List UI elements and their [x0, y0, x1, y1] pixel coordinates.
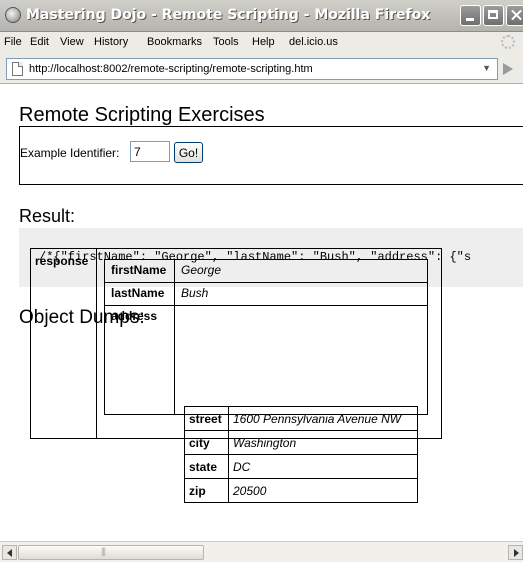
throbber-icon [501, 35, 515, 49]
menu-edit[interactable]: Edit [30, 36, 49, 48]
window-title: Mastering Dojo - Remote Scripting - Mozi… [26, 7, 431, 23]
firstname-key: firstName [111, 263, 167, 277]
zip-key: zip [189, 484, 206, 498]
table-row: state DC [185, 455, 417, 479]
city-key: city [189, 436, 210, 450]
menu-view[interactable]: View [60, 36, 84, 48]
close-button[interactable] [506, 5, 523, 26]
scroll-left-icon[interactable] [2, 545, 17, 560]
table-row: zip 20500 [185, 479, 417, 503]
state-value: DC [233, 460, 251, 474]
key-cell: firstName [105, 260, 175, 282]
dropdown-arrow-icon[interactable]: ▼ [482, 63, 491, 73]
response-key: response [35, 254, 89, 268]
table-row: city Washington [185, 431, 417, 455]
go-button[interactable]: Go! [174, 142, 203, 163]
url-text[interactable]: http://localhost:8002/remote-scripting/r… [29, 63, 313, 75]
menu-history[interactable]: History [94, 36, 128, 48]
key-cell: address [105, 306, 175, 414]
address-key: address [111, 309, 158, 323]
key-cell: zip [185, 479, 229, 503]
horizontal-scrollbar[interactable] [0, 541, 523, 562]
browser-window: Mastering Dojo - Remote Scripting - Mozi… [0, 0, 523, 562]
example-identifier-label: Example Identifier: [20, 146, 120, 160]
menu-file[interactable]: File [4, 36, 22, 48]
menu-bar: File Edit View History Bookmarks Tools H… [0, 32, 523, 54]
dump-table-response-fields: firstName George lastName Bush address [104, 259, 428, 415]
firefox-icon [5, 7, 21, 23]
scroll-right-icon[interactable] [508, 545, 523, 560]
table-row: address [105, 306, 427, 414]
key-cell: city [185, 431, 229, 454]
example-form-box: Example Identifier: Go! [19, 126, 523, 185]
table-row: firstName George [105, 260, 427, 283]
go-arrow-icon[interactable] [503, 63, 513, 75]
page-icon [12, 62, 23, 76]
example-identifier-input[interactable] [130, 141, 170, 162]
menu-tools[interactable]: Tools [213, 36, 239, 48]
menu-delicious[interactable]: del.icio.us [289, 36, 338, 48]
lastname-key: lastName [111, 286, 165, 300]
lastname-value: Bush [181, 286, 209, 300]
address-field[interactable]: http://localhost:8002/remote-scripting/r… [6, 58, 498, 80]
zip-value: 20500 [233, 484, 267, 498]
street-value: 1600 Pennsylvania Avenue NW [233, 412, 402, 426]
key-cell: state [185, 455, 229, 478]
key-cell: lastName [105, 283, 175, 305]
table-row: lastName Bush [105, 283, 427, 306]
table-row: street 1600 Pennsylvania Avenue NW [185, 407, 417, 431]
state-key: state [189, 460, 218, 474]
navigation-bar: http://localhost:8002/remote-scripting/r… [0, 54, 523, 84]
scrollbar-thumb[interactable] [18, 545, 204, 560]
menu-bookmarks[interactable]: Bookmarks [147, 36, 202, 48]
firstname-value: George [181, 263, 222, 277]
key-cell: street [185, 407, 229, 430]
page-heading: Remote Scripting Exercises [19, 104, 265, 126]
response-key-cell: response [31, 249, 97, 438]
city-value: Washington [233, 436, 297, 450]
street-key: street [189, 412, 222, 426]
maximize-button[interactable] [483, 5, 504, 26]
minimize-button[interactable] [460, 5, 481, 26]
title-bar: Mastering Dojo - Remote Scripting - Mozi… [0, 0, 523, 32]
menu-help[interactable]: Help [252, 36, 275, 48]
result-heading: Result: [19, 206, 76, 226]
dump-table-address: street 1600 Pennsylvania Avenue NW city … [184, 406, 418, 503]
